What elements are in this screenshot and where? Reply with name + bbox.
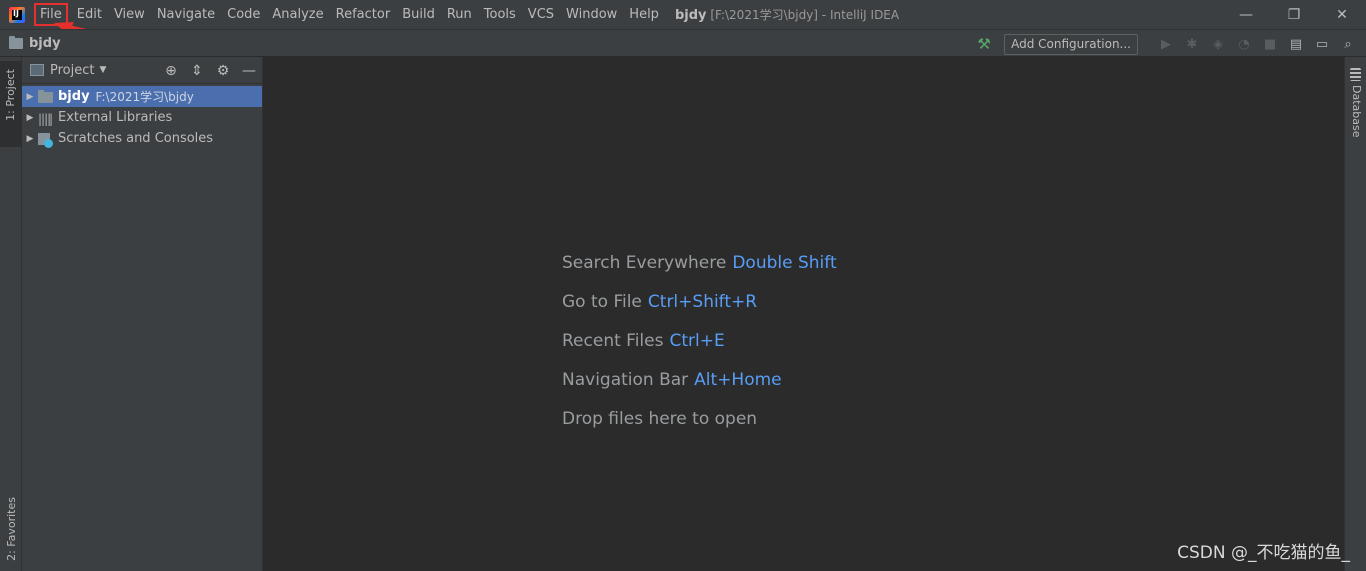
- menu-file[interactable]: File: [31, 0, 71, 29]
- profile-icon[interactable]: ◔: [1234, 34, 1254, 54]
- hint-shortcut: Ctrl+E: [669, 331, 725, 351]
- minimize-button[interactable]: —: [1222, 0, 1270, 29]
- title-bar: IJ File Edit View Navigate Code Analyze …: [0, 0, 1366, 29]
- hint-shortcut: Ctrl+Shift+R: [647, 292, 758, 312]
- restore-button[interactable]: ❐: [1270, 0, 1318, 29]
- hint-go-to-file: Go to File Ctrl+Shift+R: [562, 292, 837, 331]
- tree-item-scratches[interactable]: ▶ Scratches and Consoles: [22, 128, 262, 149]
- hint-navigation-bar: Navigation Bar Alt+Home: [562, 370, 837, 409]
- hint-search-everywhere: Search Everywhere Double Shift: [562, 253, 837, 292]
- menu-edit[interactable]: Edit: [71, 0, 108, 29]
- tree-item-label: External Libraries: [58, 110, 173, 125]
- expand-arrow-icon[interactable]: ▶: [22, 134, 38, 144]
- tab-database[interactable]: Database: [1350, 85, 1363, 138]
- tree-item-bjdy[interactable]: ▶ bjdy F:\2021学习\bjdy: [22, 86, 262, 107]
- expand-arrow-icon[interactable]: ▶: [22, 92, 38, 102]
- menu-view[interactable]: View: [108, 0, 151, 29]
- menu-code[interactable]: Code: [221, 0, 266, 29]
- hide-icon[interactable]: —: [242, 63, 256, 79]
- tree-item-label: Scratches and Consoles: [58, 131, 214, 146]
- project-panel: Project ▼ ⊕ ⇕ ⚙ — ▶ bjdy F:\2021学习\bjdy …: [22, 57, 263, 571]
- hint-shortcut: Alt+Home: [694, 370, 782, 390]
- intellij-logo-icon: IJ: [9, 6, 25, 23]
- close-button[interactable]: ✕: [1318, 0, 1366, 29]
- scratches-icon: [38, 132, 54, 148]
- run-toolbar: ⚒ Add Configuration... ▶ ✱ ◈ ◔ ■ ▤ ▭ ⌕: [974, 30, 1358, 58]
- project-folder-icon: [9, 35, 23, 49]
- tab-favorites[interactable]: 2: Favorites: [5, 497, 18, 561]
- libraries-icon: |||‖: [38, 111, 53, 126]
- expand-arrow-icon[interactable]: ▶: [22, 113, 38, 123]
- project-panel-header: Project ▼ ⊕ ⇕ ⚙ —: [22, 57, 262, 84]
- menu-window[interactable]: Window: [560, 0, 623, 29]
- hint-drop-files: Drop files here to open: [562, 409, 837, 448]
- add-configuration-button[interactable]: Add Configuration...: [1004, 33, 1138, 55]
- database-icon: [1350, 68, 1361, 81]
- chevron-down-icon[interactable]: ▼: [99, 65, 106, 75]
- tab-project-label: 1: Project: [4, 69, 17, 121]
- left-tool-strip: 1: Project 2: Favorites: [0, 57, 22, 571]
- hint-recent-files: Recent Files Ctrl+E: [562, 331, 837, 370]
- navigation-bar: bjdy ⚒ Add Configuration... ▶ ✱ ◈ ◔ ■ ▤ …: [0, 29, 1366, 57]
- search-icon[interactable]: ⌕: [1338, 34, 1358, 54]
- hammer-icon[interactable]: ⚒: [974, 34, 994, 54]
- project-panel-tools: ⊕ ⇕ ⚙ —: [164, 57, 256, 84]
- tree-item-label: bjdy: [58, 89, 90, 104]
- editor-area[interactable]: Search Everywhere Double Shift Go to File…: [263, 57, 1344, 571]
- editor-empty-hints: Search Everywhere Double Shift Go to File…: [562, 253, 837, 448]
- watermark: CSDN @_不吃猫的鱼_: [1177, 543, 1350, 563]
- debug-icon[interactable]: ✱: [1182, 34, 1202, 54]
- folder-icon: [38, 89, 54, 104]
- hint-shortcut: Double Shift: [732, 253, 837, 273]
- tab-project[interactable]: 1: Project: [0, 61, 22, 147]
- gear-icon[interactable]: ⚙: [216, 63, 230, 79]
- window-title-project: bjdy: [674, 8, 707, 23]
- menu-build[interactable]: Build: [396, 0, 441, 29]
- window-controls: — ❐ ✕: [1222, 0, 1366, 29]
- hint-text: Drop files here to open: [562, 409, 758, 429]
- breadcrumb[interactable]: bjdy: [29, 36, 61, 51]
- menu-help[interactable]: Help: [623, 0, 665, 29]
- project-view-icon: [30, 64, 44, 76]
- coverage-icon[interactable]: ◈: [1208, 34, 1228, 54]
- hint-text: Recent Files: [562, 331, 664, 351]
- project-structure-icon[interactable]: ▤: [1286, 34, 1306, 54]
- menu-tools[interactable]: Tools: [478, 0, 522, 29]
- tree-item-external-libraries[interactable]: ▶ |||‖ External Libraries: [22, 107, 262, 128]
- toolwindow-icon[interactable]: ▭: [1312, 34, 1332, 54]
- window-title-path: [F:\2021学习\bjdy] - IntelliJ IDEA: [710, 8, 900, 22]
- stop-icon[interactable]: ■: [1260, 34, 1280, 54]
- locate-icon[interactable]: ⊕: [164, 63, 178, 79]
- menu-analyze[interactable]: Analyze: [266, 0, 329, 29]
- hint-text: Search Everywhere: [562, 253, 727, 273]
- main-menu: File Edit View Navigate Code Analyze Ref…: [31, 0, 665, 29]
- hint-text: Navigation Bar: [562, 370, 689, 390]
- project-tree: ▶ bjdy F:\2021学习\bjdy ▶ |||‖ External Li…: [22, 84, 262, 149]
- right-tool-strip: Database: [1344, 57, 1366, 571]
- project-view-selector[interactable]: Project: [50, 63, 94, 78]
- menu-run[interactable]: Run: [441, 0, 478, 29]
- window-title: bjdy [F:\2021学习\bjdy] - IntelliJ IDEA: [675, 6, 899, 23]
- run-icon[interactable]: ▶: [1156, 34, 1176, 54]
- tree-item-path: F:\2021学习\bjdy: [95, 90, 194, 104]
- menu-vcs[interactable]: VCS: [522, 0, 560, 29]
- hint-text: Go to File: [562, 292, 642, 312]
- menu-refactor[interactable]: Refactor: [330, 0, 397, 29]
- collapse-all-icon[interactable]: ⇕: [190, 63, 204, 79]
- menu-navigate[interactable]: Navigate: [151, 0, 221, 29]
